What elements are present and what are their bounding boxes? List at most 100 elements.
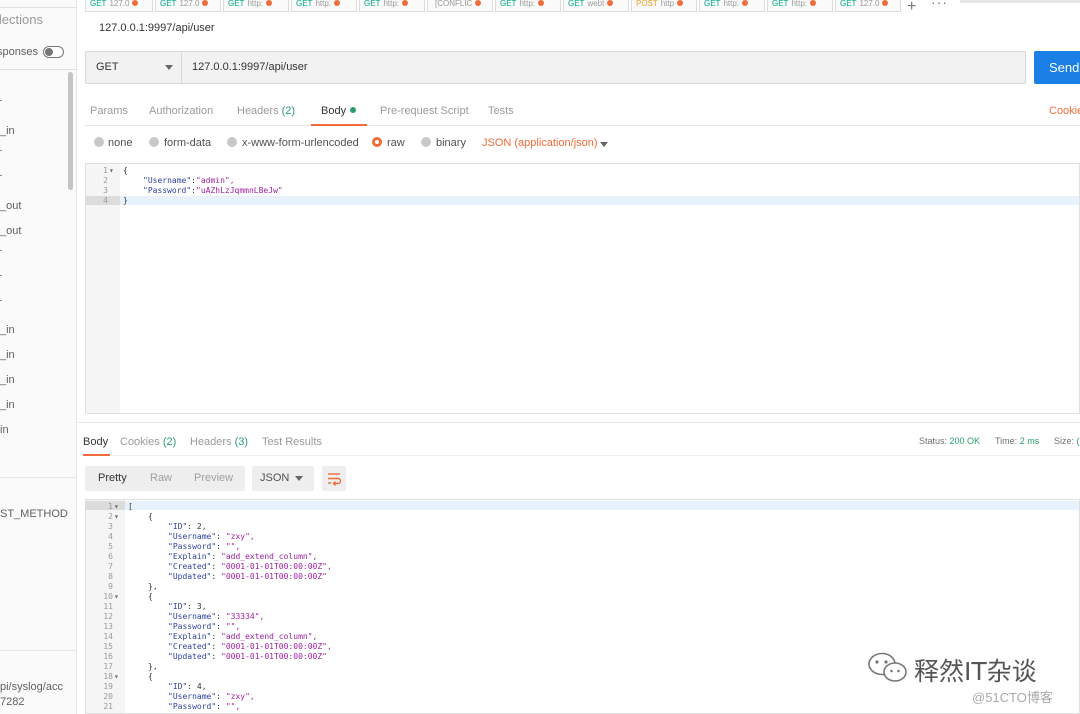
tab-method: GET	[160, 0, 177, 8]
request-tab[interactable]: [CONFLIC	[427, 0, 493, 12]
sidebar-item[interactable]: _out	[0, 225, 21, 237]
wrap-lines-button[interactable]	[322, 466, 346, 491]
tab-method: GET	[772, 0, 789, 8]
sidebar-item[interactable]: _in	[0, 349, 15, 361]
json-value: "add_extend_column",	[221, 552, 318, 561]
sidebar-item[interactable]: _out	[0, 200, 21, 212]
unsaved-dot-icon	[810, 0, 817, 6]
line-number: 5	[108, 542, 113, 551]
current-line-highlight	[86, 196, 1079, 205]
radio-form-data[interactable]	[149, 137, 159, 147]
response-tab-cookies[interactable]: Cookies (2)	[120, 436, 176, 448]
line-number: 19	[103, 682, 113, 691]
sidebar-item[interactable]: ST_METHOD	[0, 508, 68, 520]
tab-method: POST	[636, 0, 658, 8]
radio-urlencoded[interactable]	[227, 137, 237, 147]
request-tab[interactable]: GET http:	[359, 0, 425, 12]
sidebar-item[interactable]	[0, 250, 2, 251]
json-value: "0001-01-01T00:00:00Z",	[221, 642, 332, 651]
chevron-down-icon[interactable]	[600, 142, 608, 147]
sidebar-item[interactable]: _in	[0, 374, 15, 386]
more-tabs-icon[interactable]: ···	[931, 0, 948, 10]
sidebar-item[interactable]	[0, 100, 2, 101]
request-tab[interactable]: GET webt	[563, 0, 629, 12]
request-tab[interactable]: GET 127.0	[835, 0, 901, 12]
sidebar-item[interactable]: 7282	[0, 696, 24, 708]
request-tab[interactable]: GET http:	[699, 0, 765, 12]
fold-arrow-icon[interactable]: ▾	[114, 512, 122, 522]
save-responses-toggle[interactable]	[43, 46, 64, 58]
json-key: "Username"	[168, 612, 217, 621]
sidebar-item[interactable]: pi/syslog/acc	[0, 681, 63, 693]
json-value: "",	[225, 702, 241, 711]
request-section-tabs: Params Authorization Headers (2) Body Pr…	[85, 95, 1080, 126]
sidebar-item[interactable]	[0, 175, 2, 176]
response-format-dropdown[interactable]: JSON	[252, 466, 314, 491]
request-tab[interactable]: GET 127.0	[85, 0, 153, 12]
sidebar-item[interactable]: _in	[0, 399, 15, 411]
radio-none[interactable]	[94, 137, 104, 147]
request-tab[interactable]: POST http	[631, 0, 697, 12]
radio-binary[interactable]	[421, 137, 431, 147]
watermark-title: 释然IT杂谈	[914, 657, 1037, 686]
view-raw-button[interactable]: Raw	[150, 472, 172, 484]
request-tab[interactable]: GET http:	[767, 0, 833, 12]
request-title[interactable]: 127.0.0.1:9997/api/user	[99, 22, 215, 34]
fold-arrow-icon[interactable]: ▾	[114, 592, 122, 602]
line-number: 2	[108, 512, 113, 521]
new-tab-icon[interactable]: +	[907, 0, 916, 16]
watermark-subtitle: @51CTO博客	[972, 690, 1053, 705]
unsaved-dot-icon	[266, 0, 273, 6]
sidebar-item[interactable]	[0, 300, 2, 301]
tab-authorization[interactable]: Authorization	[149, 105, 213, 117]
tab-method: GET	[500, 0, 517, 8]
response-tab-body[interactable]: Body	[83, 436, 108, 448]
sidebar-item[interactable]	[0, 150, 2, 151]
sidebar-item[interactable]: _in	[0, 324, 15, 336]
response-tab-test-results[interactable]: Test Results	[262, 436, 322, 448]
environment-selector[interactable]	[960, 0, 1080, 3]
tab-method: GET	[704, 0, 721, 8]
sidebar-search-edge[interactable]	[0, 0, 76, 8]
cookies-link[interactable]: Cookie	[1049, 105, 1080, 117]
status-label: Status:	[919, 436, 948, 446]
fold-arrow-icon[interactable]: ▾	[114, 672, 122, 682]
line-number: 2	[103, 176, 108, 185]
tab-tests[interactable]: Tests	[488, 105, 514, 117]
line-number: 13	[103, 622, 113, 631]
method-label: GET	[96, 61, 119, 73]
view-preview-button[interactable]: Preview	[194, 472, 233, 484]
sidebar-divider	[0, 650, 76, 651]
fold-arrow-icon[interactable]: ▾	[114, 502, 122, 512]
url-input[interactable]: 127.0.0.1:9997/api/user	[192, 52, 308, 83]
request-tab[interactable]: GET 127.0	[155, 0, 221, 12]
sidebar-item[interactable]: _in	[0, 125, 15, 137]
sidebar-scrollbar[interactable]	[68, 72, 73, 190]
tab-headers[interactable]: Headers (2)	[237, 105, 295, 117]
tab-label: http:	[519, 0, 536, 8]
line-number: 3	[103, 186, 108, 195]
unsaved-dot-icon	[677, 0, 684, 6]
send-button[interactable]: Send	[1034, 51, 1080, 84]
line-number: 10	[103, 592, 113, 601]
sidebar-collections-tab[interactable]: llections	[0, 12, 43, 27]
request-tab[interactable]: GET http:	[291, 0, 357, 12]
fold-arrow-icon[interactable]: ▾	[109, 166, 117, 176]
request-body-editor[interactable]: 1 ▾ {2 "Username":"admin", 3 "Password":"uAZh…	[85, 163, 1080, 414]
view-pretty-button[interactable]: Pretty	[98, 472, 127, 484]
content-type-dropdown[interactable]: JSON (application/json)	[482, 137, 598, 149]
tab-body[interactable]: Body	[321, 105, 357, 117]
line-number: 11	[103, 602, 113, 611]
sidebar-item[interactable]	[0, 275, 2, 276]
tab-params[interactable]: Params	[90, 105, 128, 117]
method-dropdown[interactable]: GET	[86, 52, 182, 83]
response-status: Status: 200 OK	[919, 436, 980, 446]
sidebar-item[interactable]: in	[0, 424, 9, 436]
radio-raw[interactable]	[372, 137, 382, 147]
code-line: "Updated": "0001-01-01T00:00:00Z"	[168, 652, 327, 661]
request-tab[interactable]: GET http:	[495, 0, 561, 12]
tab-prerequest-script[interactable]: Pre-request Script	[380, 105, 469, 117]
request-tab[interactable]: GET http:	[223, 0, 289, 12]
response-tab-headers[interactable]: Headers (3)	[190, 436, 248, 448]
json-key: "ID"	[168, 682, 188, 691]
